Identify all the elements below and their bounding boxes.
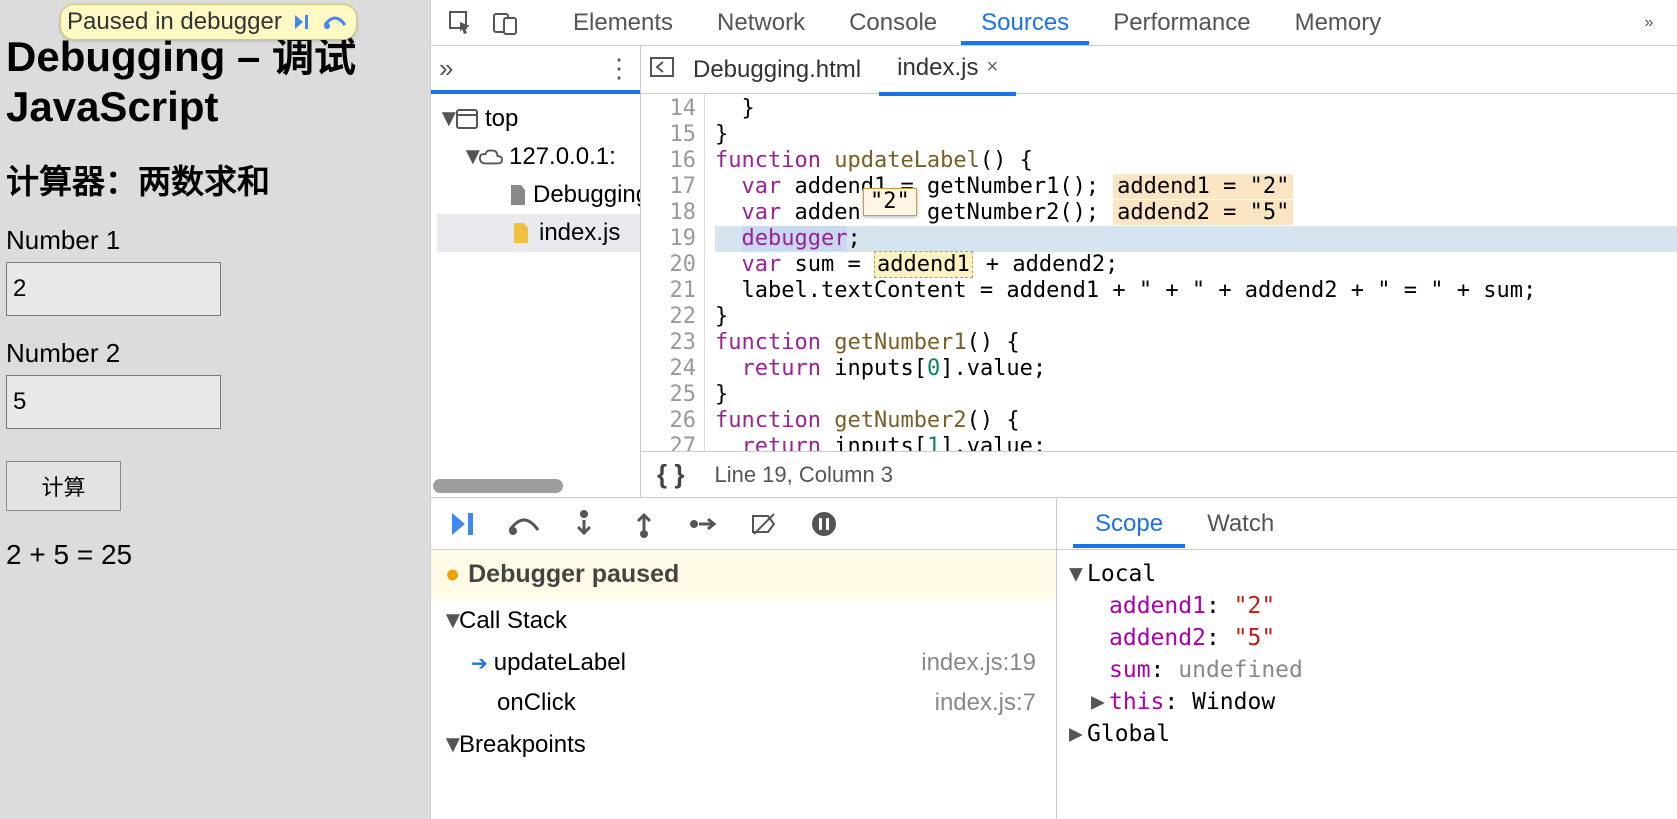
cursor-position: Line 19, Column 3 bbox=[714, 462, 893, 488]
file-icon bbox=[509, 183, 527, 207]
navigator-menu-icon[interactable]: ⋮ bbox=[606, 53, 632, 84]
pretty-print-icon[interactable]: { } bbox=[657, 459, 684, 490]
result-label: 2 + 5 = 25 bbox=[6, 539, 424, 571]
scope-var-sum[interactable]: sum: undefined bbox=[1069, 654, 1665, 686]
callstack-header[interactable]: ▼Call Stack bbox=[431, 599, 1056, 643]
input-number1[interactable] bbox=[6, 262, 221, 316]
callstack-frame-0[interactable]: ➔updateLabelindex.js:19 bbox=[431, 643, 1056, 683]
nav-file-html[interactable]: Debugging.html bbox=[437, 176, 640, 214]
scope-local-header[interactable]: ▼Local bbox=[1069, 558, 1665, 590]
page-subtitle: 计算器：两数求和 bbox=[6, 155, 424, 203]
hover-value-tooltip: "2" bbox=[863, 188, 917, 216]
tab-network[interactable]: Network bbox=[697, 1, 825, 45]
inline-value-17: addend1 = "2" bbox=[1113, 174, 1293, 199]
scope-var-addend2[interactable]: addend2: "5" bbox=[1069, 622, 1665, 654]
nav-file-js[interactable]: index.js bbox=[437, 214, 640, 252]
scope-tab[interactable]: Scope bbox=[1073, 500, 1185, 548]
current-frame-icon: ➔ bbox=[471, 653, 488, 675]
code-editor: Debugging.html index.js× 141516171819202… bbox=[641, 46, 1677, 497]
resume-button[interactable] bbox=[445, 505, 483, 543]
debugger-status: ● Debugger paused bbox=[431, 550, 1056, 599]
scope-global-header[interactable]: ▶Global bbox=[1069, 718, 1665, 750]
device-toolbar-icon[interactable] bbox=[485, 3, 525, 43]
pause-on-exceptions-button[interactable] bbox=[805, 505, 843, 543]
inline-value-18: addend2 = "5" bbox=[1113, 200, 1293, 225]
scope-var-addend1[interactable]: addend1: "2" bbox=[1069, 590, 1665, 622]
paused-overlay: Paused in debugger bbox=[60, 4, 357, 40]
warning-icon: ● bbox=[445, 560, 460, 589]
calculate-button[interactable]: 计算 bbox=[6, 461, 121, 511]
overlay-step-button[interactable] bbox=[320, 7, 350, 37]
step-over-button[interactable] bbox=[505, 505, 543, 543]
navigator-scrollbar[interactable] bbox=[433, 479, 563, 493]
label-number2: Number 2 bbox=[6, 338, 424, 369]
tab-memory[interactable]: Memory bbox=[1275, 1, 1402, 45]
inspect-element-icon[interactable] bbox=[441, 3, 481, 43]
line-gutter[interactable]: 141516171819202122232425262728 bbox=[641, 94, 705, 451]
step-into-button[interactable] bbox=[565, 505, 603, 543]
debugged-page: Paused in debugger Debugging – 调试 JavaSc… bbox=[0, 0, 430, 819]
navigator-expand-icon[interactable]: » bbox=[439, 53, 453, 84]
nav-host[interactable]: ▼127.0.0.1: bbox=[437, 138, 640, 176]
editor-tab-js[interactable]: index.js× bbox=[879, 46, 1016, 96]
tab-console[interactable]: Console bbox=[829, 1, 957, 45]
debug-controls-panel: ● Debugger paused ▼Call Stack ➔updateLab… bbox=[431, 498, 1057, 819]
watch-tab[interactable]: Watch bbox=[1185, 500, 1296, 548]
scope-var-this[interactable]: ▶this: Window bbox=[1069, 686, 1665, 718]
cloud-icon bbox=[479, 145, 503, 169]
deactivate-breakpoints-button[interactable] bbox=[745, 505, 783, 543]
nav-top[interactable]: ▼top bbox=[437, 100, 640, 138]
scope-panel: Scope Watch ▼Local addend1: "2" addend2:… bbox=[1057, 498, 1677, 819]
more-tabs-icon[interactable]: » bbox=[1629, 3, 1669, 43]
code-content[interactable]: } } function updateLabel() { var addend1… bbox=[705, 94, 1677, 451]
input-number2[interactable] bbox=[6, 375, 221, 429]
editor-tab-html[interactable]: Debugging.html bbox=[675, 46, 879, 94]
paused-overlay-text: Paused in debugger bbox=[67, 8, 282, 36]
tab-sources[interactable]: Sources bbox=[961, 1, 1089, 45]
callstack-frame-1[interactable]: onClickindex.js:7 bbox=[431, 683, 1056, 723]
close-tab-icon[interactable]: × bbox=[986, 56, 998, 79]
js-file-icon bbox=[509, 221, 533, 245]
window-icon bbox=[455, 107, 479, 131]
overlay-resume-button[interactable] bbox=[286, 7, 316, 37]
editor-status-bar: { } Line 19, Column 3 bbox=[641, 451, 1677, 497]
step-button[interactable] bbox=[685, 505, 723, 543]
tab-performance[interactable]: Performance bbox=[1093, 1, 1270, 45]
devtools: Elements Network Console Sources Perform… bbox=[430, 0, 1677, 819]
step-out-button[interactable] bbox=[625, 505, 663, 543]
label-number1: Number 1 bbox=[6, 225, 424, 256]
tab-elements[interactable]: Elements bbox=[553, 1, 693, 45]
page-title: Debugging – 调试 JavaScript bbox=[6, 32, 424, 133]
breakpoints-header[interactable]: ▼Breakpoints bbox=[431, 723, 1056, 767]
navigate-back-icon[interactable] bbox=[649, 56, 675, 83]
devtools-tabbar: Elements Network Console Sources Perform… bbox=[431, 0, 1677, 46]
file-navigator: » ⋮ ▼top ▼127.0.0.1: Debugging.html inde… bbox=[431, 46, 641, 497]
